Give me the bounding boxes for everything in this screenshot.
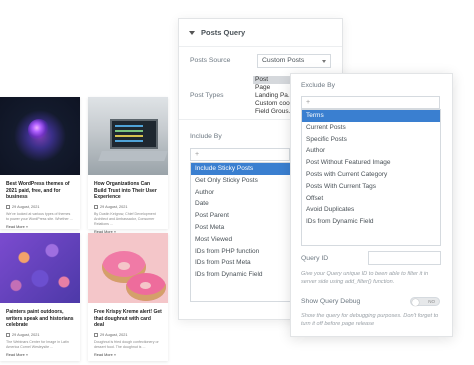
posts-source-select[interactable]: Custom Posts	[257, 54, 331, 68]
panel-header[interactable]: Posts Query	[179, 19, 342, 47]
post-type-option[interactable]: Page	[253, 84, 291, 92]
read-more-link[interactable]: Read More »	[88, 350, 168, 357]
post-card-3[interactable]: Painters paint outdoors, writers speak a…	[0, 233, 80, 361]
post-title[interactable]: How Organizations Can Build Trust into T…	[88, 175, 168, 201]
post-excerpt: By Dustin Kelgrow, Chief Development Arc…	[94, 211, 156, 226]
post-card-4[interactable]: Free Krispy Kreme alert! Get that doughn…	[88, 233, 168, 361]
dropdown-option[interactable]: Posts with Current Category	[302, 169, 440, 181]
post-title[interactable]: Free Krispy Kreme alert! Get that doughn…	[88, 303, 168, 329]
dropdown-option[interactable]: Specific Posts	[302, 134, 440, 146]
post-card-2[interactable]: How Organizations Can Build Trust into T…	[88, 97, 168, 234]
calendar-icon	[94, 204, 98, 209]
dropdown-option[interactable]: Current Posts	[302, 122, 440, 134]
plus-icon[interactable]: +	[306, 99, 310, 106]
query-debug-toggle[interactable]: NO	[410, 297, 440, 306]
query-id-input[interactable]	[368, 251, 441, 265]
plus-icon[interactable]: +	[195, 151, 199, 158]
include-by-dropdown[interactable]: Include Sticky Posts Get Only Sticky Pos…	[190, 162, 292, 302]
dropdown-option[interactable]: Get Only Sticky Posts	[191, 175, 291, 187]
post-type-option[interactable]: Field Grous...	[253, 108, 291, 116]
exclude-by-dropdown[interactable]: Terms Current Posts Specific Posts Autho…	[301, 109, 441, 246]
query-debug-label: Show Query Debug	[301, 298, 361, 305]
dropdown-option[interactable]: Author	[191, 187, 291, 199]
chevron-down-icon	[322, 60, 326, 63]
dropdown-option[interactable]: Include Sticky Posts	[191, 163, 291, 175]
read-more-link[interactable]: Read More »	[0, 222, 80, 229]
dropdown-option[interactable]: Terms	[302, 110, 440, 122]
post-date: 29 August, 2021	[0, 201, 80, 209]
query-id-help: Give your Query unique ID to been able t…	[301, 271, 429, 285]
dropdown-option[interactable]: Post Meta	[191, 222, 291, 234]
dropdown-option[interactable]: IDs from PHP function	[191, 246, 291, 258]
post-excerpt: Doughnut is fried dough confectionery or…	[94, 339, 159, 349]
post-thumbnail[interactable]	[88, 97, 168, 175]
post-card-1[interactable]: Best WordPress themes of 2021 paid, free…	[0, 97, 80, 229]
toggle-label: NO	[428, 299, 435, 304]
calendar-icon	[94, 332, 98, 337]
dropdown-option[interactable]: IDs from Dynamic Field	[191, 269, 291, 281]
include-by-input[interactable]: +	[190, 148, 290, 161]
exclude-by-label: Exclude By	[301, 82, 336, 89]
post-type-option[interactable]: Landing Pa...	[253, 92, 291, 100]
dropdown-option[interactable]: Offset	[302, 193, 440, 205]
post-title[interactable]: Best WordPress themes of 2021 paid, free…	[0, 175, 80, 201]
query-debug-help: Show the query for debugging purposes. D…	[301, 313, 439, 327]
dropdown-option[interactable]: Most Viewed	[191, 234, 291, 246]
post-types-multiselect[interactable]: Post Page Landing Pa... Custom coo... Fi…	[253, 76, 291, 118]
post-type-option[interactable]: Post	[253, 76, 291, 84]
post-types-label: Post Types	[190, 92, 224, 99]
post-date: 29 August, 2021	[0, 329, 80, 337]
posts-source-label: Posts Source	[190, 57, 231, 64]
dropdown-option[interactable]: Post Parent	[191, 210, 291, 222]
post-type-option[interactable]: Custom coo...	[253, 100, 291, 108]
post-thumbnail[interactable]	[0, 97, 80, 175]
post-date: 29 August, 2021	[88, 201, 168, 209]
toggle-knob[interactable]	[412, 298, 419, 306]
post-date: 29 August, 2021	[88, 329, 168, 337]
dropdown-option[interactable]: Posts With Current Tags	[302, 181, 440, 193]
post-excerpt: The Webinars Center for Image in Latin A…	[6, 339, 69, 349]
post-thumbnail[interactable]	[0, 233, 80, 303]
dropdown-option[interactable]: Date	[191, 198, 291, 210]
dropdown-option[interactable]: IDs from Post Meta	[191, 257, 291, 269]
include-by-label: Include By	[190, 133, 222, 140]
dropdown-option[interactable]: Author	[302, 145, 440, 157]
caret-down-icon[interactable]	[189, 30, 195, 35]
post-thumbnail[interactable]	[88, 233, 168, 303]
post-title[interactable]: Painters paint outdoors, writers speak a…	[0, 303, 80, 329]
calendar-icon	[6, 204, 10, 209]
panel-title: Posts Query	[201, 28, 246, 37]
dropdown-option[interactable]: Post Without Featured Image	[302, 157, 440, 169]
exclude-by-input[interactable]: +	[301, 96, 440, 109]
dropdown-option[interactable]: Avoid Duplicates	[302, 204, 440, 216]
dropdown-option[interactable]: IDs from Dynamic Field	[302, 216, 440, 228]
post-excerpt: We've looked at various types of themes …	[6, 211, 73, 221]
read-more-link[interactable]: Read More »	[0, 350, 80, 357]
calendar-icon	[6, 332, 10, 337]
query-id-label: Query ID	[301, 255, 329, 262]
